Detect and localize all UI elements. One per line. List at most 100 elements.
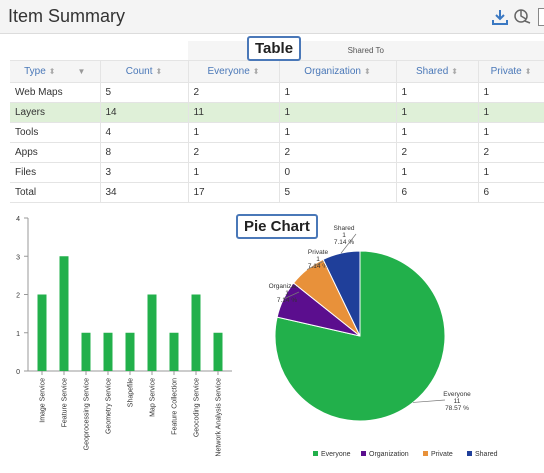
- chart-settings-icon[interactable]: [513, 7, 533, 27]
- pie-data-label: 78.57 %: [445, 405, 469, 412]
- bar-category-label: Geometry Service: [106, 378, 113, 434]
- pie-label-connector: [412, 399, 446, 403]
- bar-category-label: Network Analysis Service: [216, 378, 223, 457]
- pie-data-label: 7.14 %: [277, 297, 297, 304]
- column-header-shared[interactable]: Shared ⬍: [396, 60, 479, 83]
- bar-y-tick-label: 3: [16, 254, 20, 261]
- sort-icon[interactable]: ⬍: [49, 67, 56, 76]
- bar-category-label: Feature Service: [62, 378, 69, 428]
- more-tools-button[interactable]: [538, 8, 544, 26]
- sort-icon[interactable]: ⬍: [364, 67, 371, 76]
- legend-item-shared[interactable]: Shared: [475, 451, 498, 458]
- table-cell: Web Maps: [10, 82, 101, 103]
- table-row[interactable]: Apps 8 2 2 2 2: [10, 142, 544, 163]
- table-cell: 1: [478, 122, 544, 143]
- summary-table: Shared To Type ⬍ ▼ Count ⬍ Everyone ⬍ Organizat…: [10, 41, 544, 203]
- table-cell: 8: [100, 142, 189, 163]
- pie-data-label: 11: [454, 398, 461, 405]
- table-cell: 5: [100, 82, 189, 103]
- table-cell: 3: [100, 162, 189, 183]
- table-row[interactable]: Web Maps 5 2 1 1 1: [10, 82, 544, 103]
- bar-category-label: Feature Collection: [172, 378, 179, 435]
- download-icon[interactable]: [490, 7, 510, 27]
- bar-category-label: Geoprocessing Service: [84, 378, 91, 450]
- pie-data-label: 1: [316, 256, 320, 263]
- table-column-header-row: Type ⬍ ▼ Count ⬍ Everyone ⬍ Organization ⬍ Shared…: [10, 60, 544, 83]
- table-cell: 1: [478, 82, 544, 103]
- column-header-label: Type: [24, 65, 46, 77]
- legend-swatch: [313, 451, 318, 456]
- bar[interactable]: [37, 294, 47, 372]
- table-cell: 1: [478, 162, 544, 183]
- table-cell: 1: [396, 82, 479, 103]
- table-cell: 0: [279, 162, 397, 183]
- legend-swatch: [361, 451, 366, 456]
- filter-icon[interactable]: ▼: [77, 67, 85, 76]
- column-header-label: Shared: [416, 65, 449, 77]
- pie-data-label: Shared: [334, 225, 355, 232]
- table-cell: Total: [10, 182, 101, 203]
- legend-swatch: [423, 451, 428, 456]
- bar[interactable]: [103, 332, 113, 371]
- table-cell: Tools: [10, 122, 101, 143]
- table-cell: 17: [188, 182, 280, 203]
- table-cell: 6: [478, 182, 544, 203]
- page-title: Item Summary: [8, 6, 126, 26]
- column-header-type[interactable]: Type ⬍ ▼: [10, 60, 101, 83]
- legend-item-organization[interactable]: Organization: [369, 451, 409, 458]
- bar[interactable]: [125, 332, 135, 371]
- pie-data-label: 1: [342, 232, 346, 239]
- bar[interactable]: [59, 256, 69, 371]
- column-header-everyone[interactable]: Everyone ⬍: [188, 60, 280, 83]
- sort-icon[interactable]: ⬍: [155, 67, 162, 76]
- column-header-label: Everyone: [207, 65, 250, 77]
- table-cell: 2: [188, 142, 280, 163]
- legend-item-everyone[interactable]: Everyone: [321, 451, 351, 458]
- pie-data-label: 7.14 %: [334, 239, 354, 246]
- table-cell: 5: [279, 182, 397, 203]
- bar-y-tick-label: 1: [16, 331, 20, 338]
- table-cell: 2: [188, 82, 280, 103]
- column-header-label: Private: [490, 65, 522, 77]
- table-cell: 1: [279, 122, 397, 143]
- column-header-private[interactable]: Private ⬍: [478, 60, 544, 83]
- table-row[interactable]: Total 34 17 5 6 6: [10, 182, 544, 203]
- column-header-label: Organization: [304, 65, 361, 77]
- table-row[interactable]: Files 3 1 0 1 1: [10, 162, 544, 183]
- table-cell: Apps: [10, 142, 101, 163]
- bar[interactable]: [191, 294, 201, 372]
- group-header-shared-to: Shared To: [188, 41, 544, 61]
- table-body: Web Maps 5 2 1 1 1 Layers 14 11 1 1 1 Tools 4 1 1 1 1 Apps…: [10, 82, 544, 203]
- table-cell: 1: [396, 122, 479, 143]
- bar-y-tick-label: 0: [16, 369, 20, 376]
- legend-item-private[interactable]: Private: [431, 451, 453, 458]
- column-header-count[interactable]: Count ⬍: [100, 60, 189, 83]
- column-header-organization[interactable]: Organization ⬍: [279, 60, 397, 83]
- pie-data-label: 1: [285, 290, 289, 297]
- bar[interactable]: [169, 332, 179, 371]
- bar-category-label: Geocoding Service: [194, 378, 201, 437]
- group-header-empty: [10, 41, 188, 61]
- table-cell: 14: [100, 102, 189, 123]
- table-cell: Files: [10, 162, 101, 183]
- pie-chart-annotation-label: Pie Chart: [236, 214, 318, 239]
- table-cell: 1: [188, 162, 280, 183]
- bar-chart: 0 1 2 3 4 Image Service Feature Service Geoproc…: [16, 216, 232, 457]
- column-header-label: Count: [125, 65, 153, 77]
- table-annotation-label: Table: [247, 36, 302, 61]
- sort-icon[interactable]: ⬍: [253, 67, 260, 76]
- sort-icon[interactable]: ⬍: [451, 67, 458, 76]
- bar-y-tick-label: 2: [16, 293, 20, 300]
- table-cell: 11: [188, 102, 280, 123]
- table-row[interactable]: Layers 14 11 1 1 1: [10, 102, 544, 123]
- table-cell: 1: [478, 102, 544, 123]
- table-cell: 6: [396, 182, 479, 203]
- table-cell: 1: [396, 102, 479, 123]
- bar-y-tick-label: 4: [16, 216, 20, 223]
- bar[interactable]: [147, 294, 157, 372]
- bar-category-label: Shapefile: [128, 378, 135, 407]
- sort-icon[interactable]: ⬍: [525, 67, 532, 76]
- bar[interactable]: [213, 332, 223, 371]
- bar[interactable]: [81, 332, 91, 371]
- table-row[interactable]: Tools 4 1 1 1 1: [10, 122, 544, 143]
